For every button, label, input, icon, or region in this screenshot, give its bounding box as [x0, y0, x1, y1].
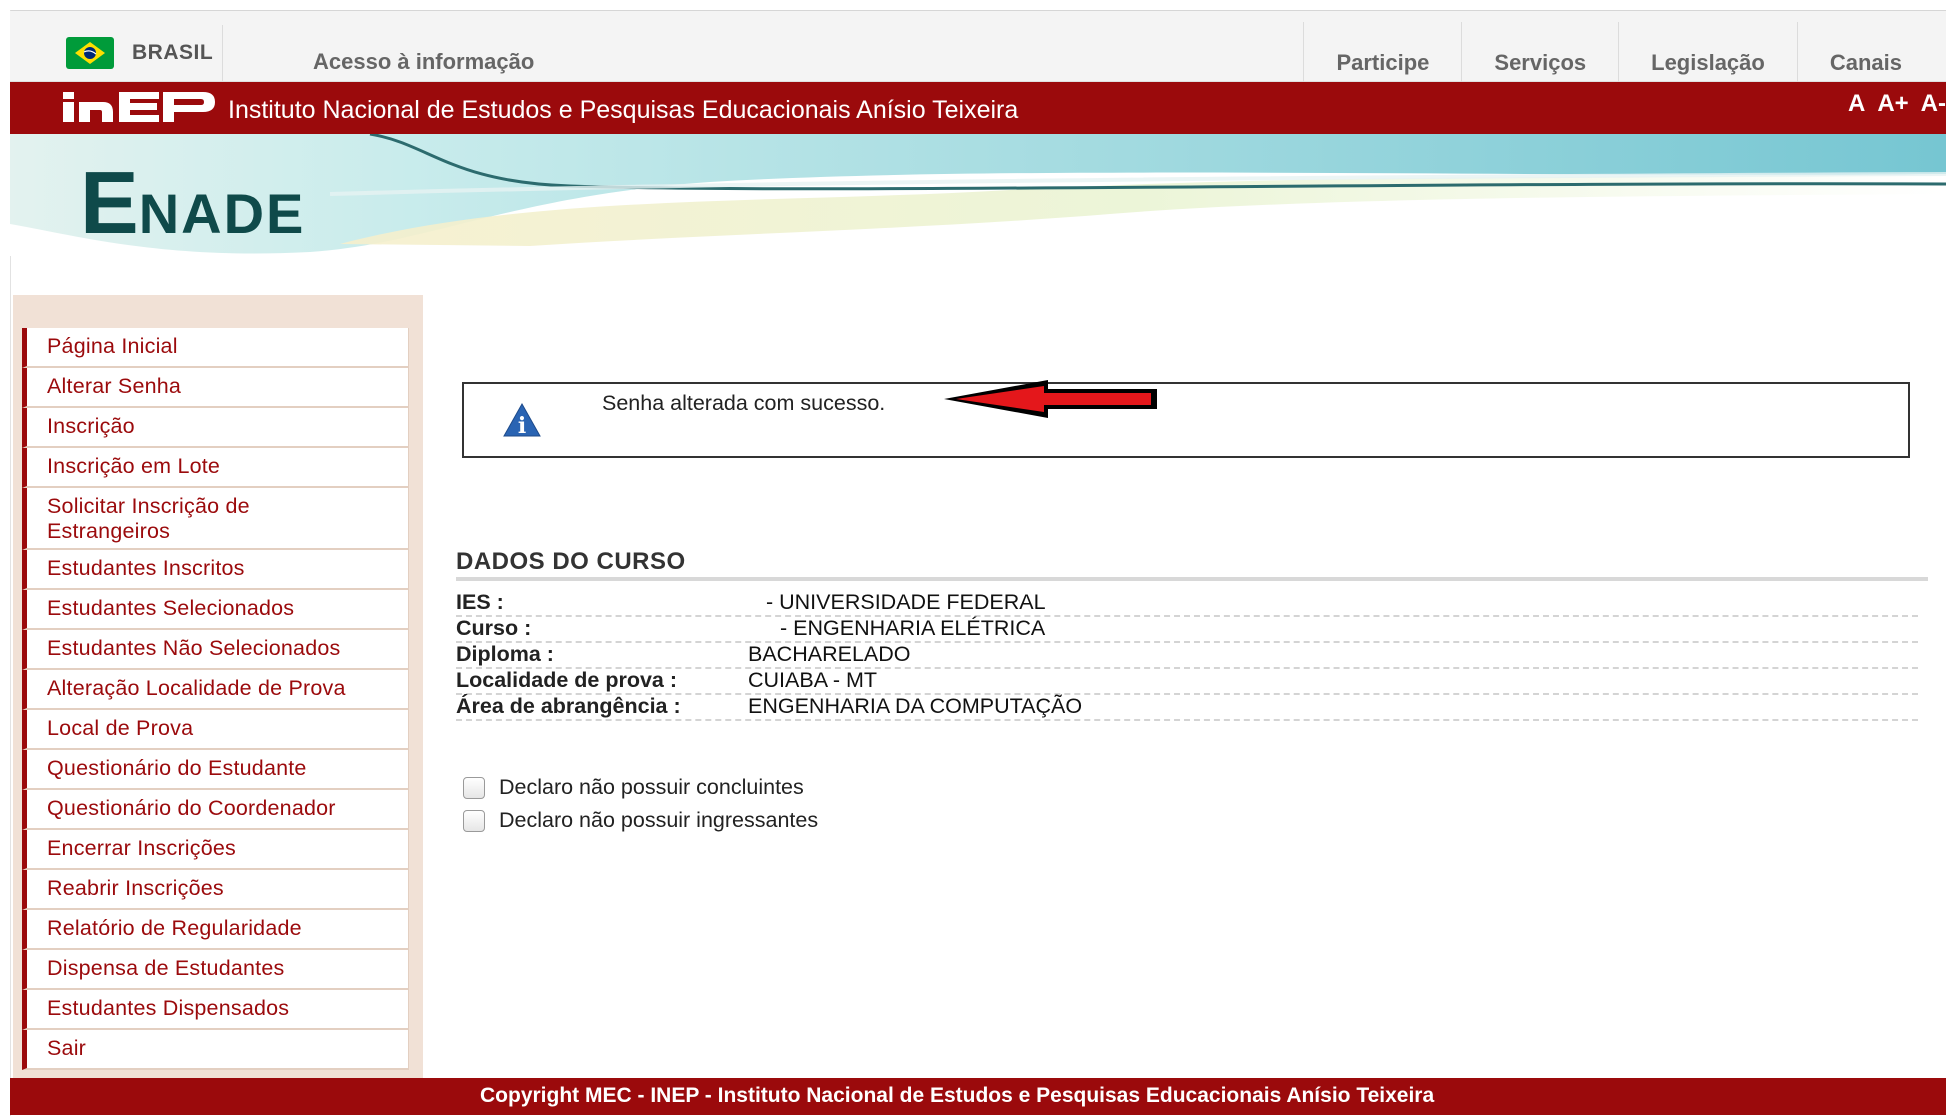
- sidebar-item-local-prova[interactable]: Local de Prova: [22, 710, 409, 750]
- sidebar-item-pagina-inicial[interactable]: Página Inicial: [22, 328, 409, 368]
- field-area-abrangencia: Área de abrangência : ENGENHARIA DA COMP…: [456, 693, 1918, 721]
- font-size-controls: A A+ A-: [1848, 90, 1946, 118]
- checkbox-label: Declaro não possuir ingressantes: [499, 808, 819, 832]
- footer-copyright: Copyright MEC - INEP - Instituto Naciona…: [480, 1084, 1435, 1107]
- sidebar-item-alterar-senha[interactable]: Alterar Senha: [22, 368, 409, 408]
- sidebar-item-inscricao-lote[interactable]: Inscrição em Lote: [22, 448, 409, 488]
- gov-bar: BRASIL Acesso à informação Participe Ser…: [10, 11, 1946, 82]
- checkbox-box[interactable]: [463, 776, 485, 799]
- section-title-dados-curso: DADOS DO CURSO: [456, 548, 686, 575]
- gov-brasil-link[interactable]: BRASIL: [66, 37, 213, 69]
- sidebar-item-encerrar-inscricoes[interactable]: Encerrar Inscrições: [22, 830, 409, 870]
- enade-title-rest: NADE: [138, 182, 306, 245]
- inep-bar: Instituto Nacional de Estudos e Pesquisa…: [10, 82, 1946, 134]
- sidebar-item-questionario-coordenador[interactable]: Questionário do Coordenador: [22, 790, 409, 830]
- field-label: IES :: [456, 590, 504, 614]
- sidebar-item-sair[interactable]: Sair: [22, 1030, 409, 1070]
- info-message-box: i Senha alterada com sucesso.: [462, 382, 1910, 458]
- acesso-informacao-link[interactable]: Acesso à informação: [313, 49, 534, 75]
- font-increase-button[interactable]: A+: [1877, 90, 1908, 118]
- field-curso: Curso : - ENGENHARIA ELÉTRICA: [456, 615, 1918, 643]
- nav-servicos[interactable]: Serviços: [1461, 22, 1618, 82]
- section-divider: [456, 577, 1928, 581]
- sidebar-item-estudantes-inscritos[interactable]: Estudantes Inscritos: [22, 550, 409, 590]
- sidebar-item-reabrir-inscricoes[interactable]: Reabrir Inscrições: [22, 870, 409, 910]
- info-icon: i: [503, 402, 541, 438]
- field-localidade-prova: Localidade de prova : CUIABA - MT: [456, 667, 1918, 695]
- sidebar-item-inscricao[interactable]: Inscrição: [22, 408, 409, 448]
- nav-legislacao[interactable]: Legislação: [1618, 22, 1797, 82]
- field-ies: IES : - UNIVERSIDADE FEDERAL: [456, 589, 1918, 617]
- footer: Copyright MEC - INEP - Instituto Naciona…: [10, 1078, 1946, 1115]
- divider: [222, 25, 223, 81]
- gov-nav: Participe Serviços Legislação Canais: [1303, 22, 1946, 82]
- gov-brasil-label: BRASIL: [132, 41, 214, 64]
- svg-text:i: i: [518, 413, 526, 438]
- sidebar-item-dispensa-estudantes[interactable]: Dispensa de Estudantes: [22, 950, 409, 990]
- brazil-flag-icon: [66, 37, 114, 69]
- sidebar-item-alteracao-localidade[interactable]: Alteração Localidade de Prova: [22, 670, 409, 710]
- field-value: BACHARELADO: [748, 642, 911, 666]
- nav-participe[interactable]: Participe: [1303, 22, 1461, 82]
- red-arrow-annotation: [944, 380, 1157, 418]
- nav-canais[interactable]: Canais: [1796, 22, 1946, 82]
- sidebar-item-relatorio-regularidade[interactable]: Relatório de Regularidade: [22, 910, 409, 950]
- sidebar-item-questionario-estudante[interactable]: Questionário do Estudante: [22, 750, 409, 790]
- sidebar-item-estudantes-nao-selecionados[interactable]: Estudantes Não Selecionados: [22, 630, 409, 670]
- field-label: Localidade de prova :: [456, 668, 678, 692]
- inep-logo-icon: [63, 92, 215, 122]
- checkbox-nao-concluintes[interactable]: Declaro não possuir concluintes: [463, 775, 804, 800]
- font-normal-button[interactable]: A: [1848, 90, 1865, 118]
- enade-logo: ENADE: [80, 152, 305, 254]
- field-label: Curso :: [456, 616, 532, 640]
- field-diploma: Diploma : BACHARELADO: [456, 641, 1918, 669]
- field-label: Diploma :: [456, 642, 554, 666]
- sidebar-item-solicitar-estrangeiros[interactable]: Solicitar Inscrição de Estrangeiros: [22, 488, 409, 550]
- field-label: Área de abrangência :: [456, 694, 681, 718]
- checkbox-box[interactable]: [463, 809, 485, 832]
- sidebar-item-estudantes-dispensados[interactable]: Estudantes Dispensados: [22, 990, 409, 1030]
- field-value: ENGENHARIA DA COMPUTAÇÃO: [748, 694, 1083, 718]
- sidebar-item-estudantes-selecionados[interactable]: Estudantes Selecionados: [22, 590, 409, 630]
- inep-name: Instituto Nacional de Estudos e Pesquisa…: [228, 96, 1019, 124]
- font-decrease-button[interactable]: A-: [1921, 90, 1946, 118]
- checkbox-label: Declaro não possuir concluintes: [499, 775, 804, 799]
- info-message-text: Senha alterada com sucesso.: [602, 391, 886, 415]
- sidebar-menu: Página Inicial Alterar Senha Inscrição I…: [22, 328, 409, 1070]
- field-value: - ENGENHARIA ELÉTRICA: [780, 616, 1046, 640]
- enade-title-initial: E: [80, 153, 139, 252]
- field-value: CUIABA - MT: [748, 668, 878, 692]
- checkbox-nao-ingressantes[interactable]: Declaro não possuir ingressantes: [463, 808, 818, 833]
- enade-banner: ENADE: [10, 134, 1946, 256]
- field-value: - UNIVERSIDADE FEDERAL: [766, 590, 1046, 614]
